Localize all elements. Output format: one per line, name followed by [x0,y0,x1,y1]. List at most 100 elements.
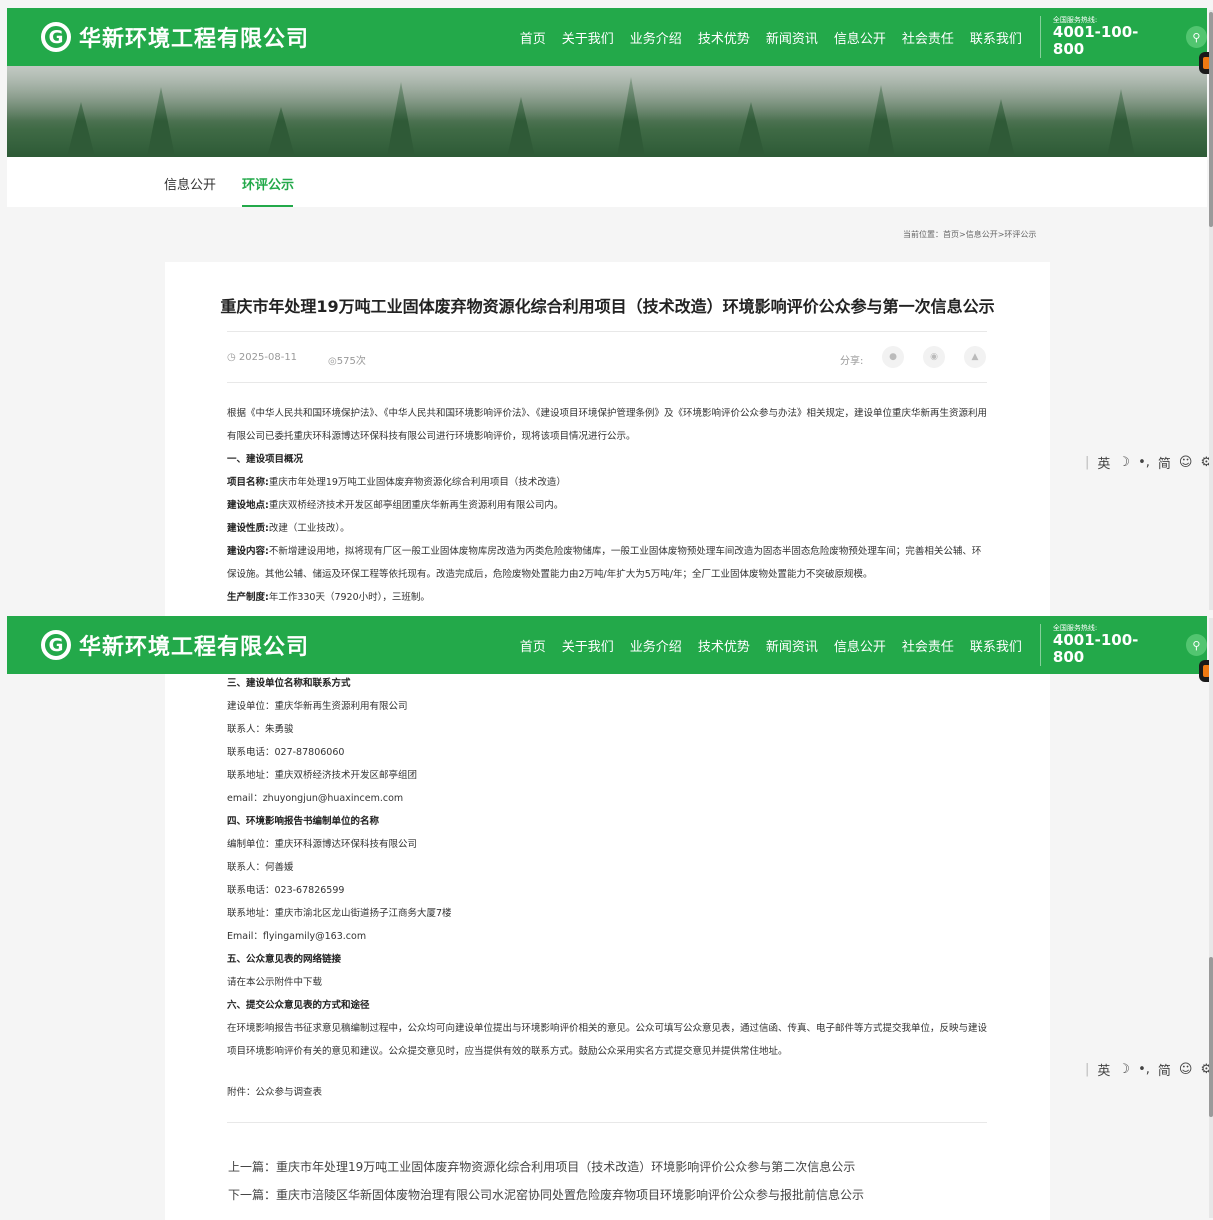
weibo-share-icon[interactable]: ◉ [923,346,945,368]
field-label: 建设性质: [227,523,269,534]
active-tab-underline [242,205,293,207]
logo[interactable]: G 华新环境工程有限公司 [41,21,360,53]
section-heading: 六、提交公众意见表的方式和途径 [227,1000,370,1011]
screenshot-bottom: G 华新环境工程有限公司 首页 关于我们 业务介绍 技术优势 新闻资讯 信息公开… [0,612,1213,1220]
nav-contact[interactable]: 联系我们 [970,28,1022,47]
search-button[interactable]: ⚲ [1185,26,1207,48]
company-name: 华新环境工程有限公司 [79,27,310,52]
hotline: 全国服务热线: 4001-100-800 [1039,624,1166,666]
divider [227,331,987,332]
hotline-number: 4001-100-800 [1052,631,1139,666]
nav-about[interactable]: 关于我们 [562,28,614,47]
toolbar-simplified[interactable]: 简 [1158,1060,1171,1079]
sub-nav: 信息公开 环评公示 [7,157,1207,207]
section-heading: 四、环境影响报告书编制单位的名称 [227,816,380,827]
field-label: 项目名称: [227,477,269,488]
nav-news[interactable]: 新闻资讯 [766,636,818,655]
article-body-part1: 根据《中华人民共和国环境保护法》、《中华人民共和国环境影响评价法》、《建设项目环… [227,402,989,609]
article-date: ◷ 2025-08-11 [227,352,297,363]
field-value: 不新增建设用地，拟将现有厂区一般工业固体废物库房改造为丙类危险废物储库，一般工业… [227,546,982,580]
main-nav: 首页 关于我们 业务介绍 技术优势 新闻资讯 信息公开 社会责任 联系我们 [512,28,1030,47]
divider [227,1122,987,1123]
phone-line: 联系电话：023-67826599 [227,885,345,896]
tab-eia-notice[interactable]: 环评公示 [242,174,294,193]
attachment-link[interactable]: 附件：公众参与调查表 [227,1084,322,1098]
nav-technology[interactable]: 技术优势 [698,28,750,47]
wechat-share-icon[interactable]: ● [882,346,904,368]
emoji-icon[interactable]: ☺ [1179,455,1193,470]
unit-line: 编制单位：重庆环科源博达环保科技有限公司 [227,839,418,850]
scrollbar-track[interactable] [1209,618,1213,1218]
nav-home[interactable]: 首页 [520,636,546,655]
tab-info-public[interactable]: 信息公开 [164,174,216,193]
screenshot-top: G 华新环境工程有限公司 首页 关于我们 业务介绍 技术优势 新闻资讯 信息公开… [0,0,1213,612]
field-label: 建设内容: [227,546,269,557]
nav-news[interactable]: 新闻资讯 [766,28,818,47]
article-views: ◎575次 [328,352,366,367]
reader-toolbar: | 英 ☽ •, 简 ☺ ⚙ [1085,1060,1213,1079]
search-button[interactable]: ⚲ [1185,634,1207,656]
punct-icon[interactable]: •, [1138,455,1150,470]
nav-responsibility[interactable]: 社会责任 [902,28,954,47]
divider [227,382,987,383]
reader-toolbar: | 英 ☽ •, 简 ☺ ⚙ [1085,453,1213,472]
site-header: G 华新环境工程有限公司 首页 关于我们 业务介绍 技术优势 新闻资讯 信息公开… [7,8,1207,66]
article-title: 重庆市年处理19万吨工业固体废弃物资源化综合利用项目（技术改造）环境影响评价公众… [220,297,995,316]
nav-responsibility[interactable]: 社会责任 [902,636,954,655]
logo-icon: G [41,630,71,660]
search-icon: ⚲ [1192,30,1201,44]
submission-paragraph: 在环境影响报告书征求意见稿编制过程中，公众均可向建设单位提出与环境影响评价相关的… [227,1023,988,1057]
nav-contact[interactable]: 联系我们 [970,636,1022,655]
nav-about[interactable]: 关于我们 [562,636,614,655]
company-name: 华新环境工程有限公司 [79,635,310,660]
emoji-icon[interactable]: ☺ [1179,1062,1193,1077]
prev-article-link[interactable]: 上一篇：重庆市年处理19万吨工业固体废弃物资源化综合利用项目（技术改造）环境影响… [228,1158,855,1175]
article-card: 重庆市年处理19万吨工业固体废弃物资源化综合利用项目（技术改造）环境影响评价公众… [165,262,1050,612]
nav-business[interactable]: 业务介绍 [630,28,682,47]
intro-paragraph: 根据《中华人民共和国环境保护法》、《中华人民共和国环境影响评价法》、《建设项目环… [227,408,988,442]
share-label: 分享: [840,356,864,367]
toolbar-lang[interactable]: 英 [1097,453,1110,472]
toolbar-simplified[interactable]: 简 [1158,453,1171,472]
site-header-sticky: G 华新环境工程有限公司 首页 关于我们 业务介绍 技术优势 新闻资讯 信息公开… [7,616,1207,674]
hotline-number: 4001-100-800 [1052,23,1139,58]
section-heading: 一、建设项目概况 [227,454,304,465]
article-body-part2: 三、建设单位名称和联系方式 建设单位：重庆华新再生资源利用有限公司 联系人：朱勇… [227,672,989,1063]
field-label: 生产制度: [227,592,269,603]
scrollbar-thumb[interactable] [1209,957,1213,1117]
contact-line: 联系人：朱勇骏 [227,724,294,735]
field-value: 重庆双桥经济技术开发区邮亭组团重庆华新再生资源利用有限公司内。 [268,500,564,511]
email-line: email：zhuyongjun@huaxincem.com [227,793,404,804]
clock-icon: ◷ [227,352,236,363]
nav-technology[interactable]: 技术优势 [698,636,750,655]
views-text: 575次 [336,356,366,367]
logo[interactable]: G 华新环境工程有限公司 [41,629,360,661]
qq-share-icon[interactable]: ▲ [964,346,986,368]
hotline: 全国服务热线: 4001-100-800 [1039,16,1166,58]
nav-home[interactable]: 首页 [520,28,546,47]
moon-icon[interactable]: ☽ [1118,455,1130,470]
contact-line: 联系人：何善媛 [227,862,294,873]
eye-icon: ◎ [328,356,337,367]
scrollbar-thumb[interactable] [1209,12,1213,227]
punct-icon[interactable]: •, [1138,1062,1150,1077]
toolbar-lang[interactable]: 英 [1097,1060,1110,1079]
section-heading: 五、公众意见表的网络链接 [227,954,342,965]
main-nav: 首页 关于我们 业务介绍 技术优势 新闻资讯 信息公开 社会责任 联系我们 [512,636,1030,655]
field-value: 年工作330天（7920小时），三班制。 [268,592,430,603]
search-icon: ⚲ [1192,638,1201,652]
logo-icon: G [41,22,71,52]
moon-icon[interactable]: ☽ [1118,1062,1130,1077]
nav-info[interactable]: 信息公开 [834,28,886,47]
breadcrumb: 当前位置：首页>信息公开>环评公示 [903,230,1037,239]
email-line: Email：flyingamily@163.com [227,931,367,942]
nav-info[interactable]: 信息公开 [834,636,886,655]
address-line: 联系地址：重庆双桥经济技术开发区邮亭组团 [227,770,418,781]
forest-banner [7,66,1207,157]
field-value: 重庆市年处理19万吨工业固体废弃物资源化综合利用项目（技术改造） [268,477,566,488]
address-line: 联系地址：重庆市渝北区龙山街道扬子江商务大厦7楼 [227,908,452,919]
nav-business[interactable]: 业务介绍 [630,636,682,655]
date-text: 2025-08-11 [238,352,298,363]
field-label: 建设地点: [227,500,269,511]
next-article-link[interactable]: 下一篇：重庆市涪陵区华新固体废物治理有限公司水泥窑协同处置危险废弃物项目环境影响… [228,1186,864,1203]
